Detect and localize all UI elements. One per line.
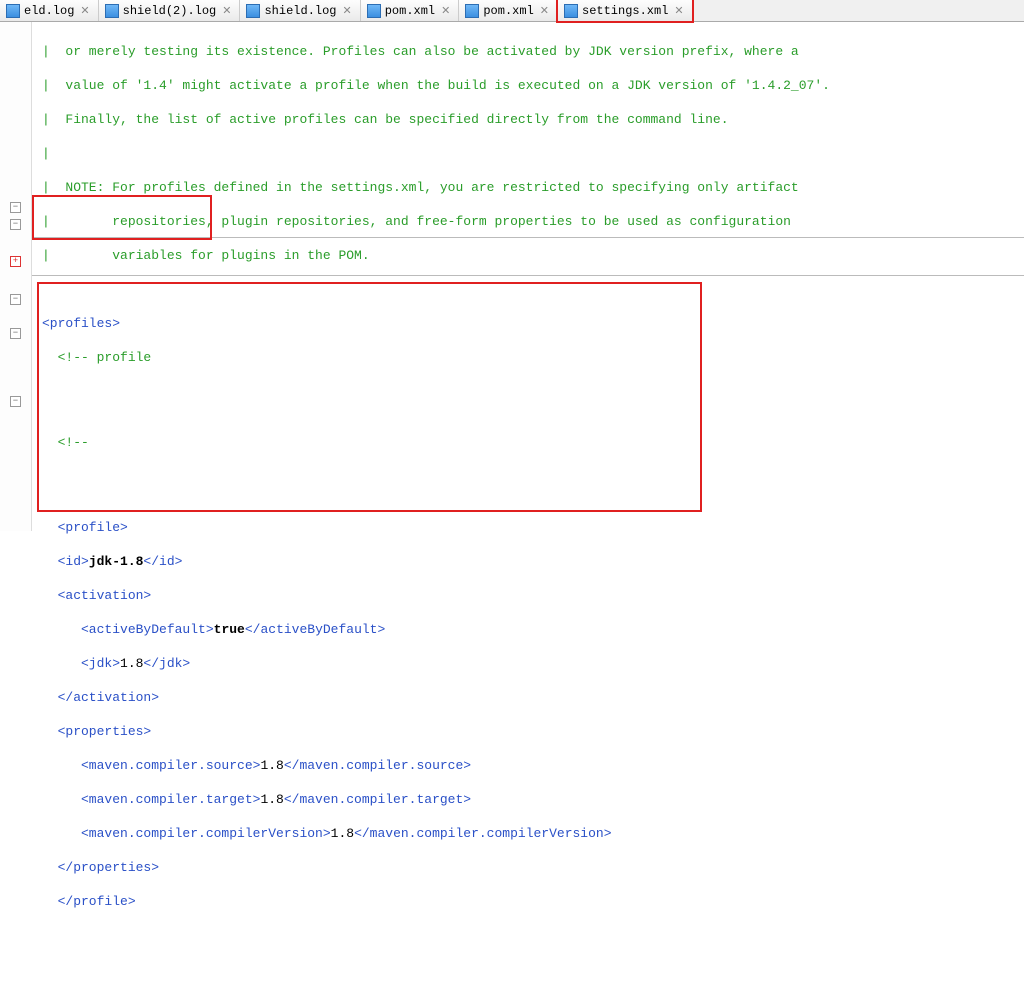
code-line: <!-- profile: [32, 349, 1024, 366]
code-line: | repositories, plugin repositories, and…: [32, 213, 1024, 230]
tab-pom-xml-2[interactable]: pom.xml ✕: [459, 0, 558, 21]
fold-toggle[interactable]: −: [10, 294, 21, 305]
close-icon[interactable]: ✕: [78, 4, 91, 18]
code-line: [32, 281, 1024, 298]
tab-eld-log[interactable]: eld.log ✕: [0, 0, 99, 21]
code-line: <profile>: [32, 519, 1024, 536]
fold-toggle[interactable]: −: [10, 396, 21, 407]
file-icon: [367, 4, 381, 18]
code-line: <id>jdk-1.8</id>: [32, 553, 1024, 570]
tab-pom-xml-1[interactable]: pom.xml ✕: [361, 0, 460, 21]
code-line: </activation>: [32, 689, 1024, 706]
code-line: <properties>: [32, 723, 1024, 740]
close-icon[interactable]: ✕: [672, 4, 685, 18]
code-line: | Finally, the list of active profiles c…: [32, 111, 1024, 128]
tab-label: settings.xml: [582, 4, 668, 18]
tab-label: shield(2).log: [123, 4, 217, 18]
fold-toggle[interactable]: −: [10, 328, 21, 339]
code-line: </properties>: [32, 859, 1024, 876]
close-icon[interactable]: ✕: [341, 4, 354, 18]
code-line: <jdk>1.8</jdk>: [32, 655, 1024, 672]
code-line: </profile>: [32, 893, 1024, 910]
fold-toggle[interactable]: −: [10, 219, 21, 230]
tab-label: pom.xml: [483, 4, 533, 18]
tab-shield-log[interactable]: shield.log ✕: [240, 0, 360, 21]
code-line: <maven.compiler.target>1.8</maven.compil…: [32, 791, 1024, 808]
file-icon: [246, 4, 260, 18]
code-line: <maven.compiler.source>1.8</maven.compil…: [32, 757, 1024, 774]
tab-settings-xml[interactable]: settings.xml ✕: [558, 0, 693, 21]
close-icon[interactable]: ✕: [220, 4, 233, 18]
file-icon: [564, 4, 578, 18]
code-line: <activeByDefault>true</activeByDefault>: [32, 621, 1024, 638]
code-line: [32, 485, 1024, 502]
file-icon: [6, 4, 20, 18]
fold-toggle[interactable]: +: [10, 256, 21, 267]
editor-area: − − + − − − | or merely testing its exis…: [0, 22, 1024, 531]
tab-bar: eld.log ✕ shield(2).log ✕ shield.log ✕ p…: [0, 0, 1024, 22]
code-line: | NOTE: For profiles defined in the sett…: [32, 179, 1024, 196]
code-line: |: [32, 145, 1024, 162]
separator: [32, 237, 1024, 238]
fold-toggle[interactable]: −: [10, 202, 21, 213]
code-line: | or merely testing its existence. Profi…: [32, 43, 1024, 60]
close-icon[interactable]: ✕: [439, 4, 452, 18]
code-line: <!--: [32, 434, 1024, 451]
file-icon: [105, 4, 119, 18]
code-line: <activation>: [32, 587, 1024, 604]
tab-shield2-log[interactable]: shield(2).log ✕: [99, 0, 241, 21]
code-line: [32, 400, 1024, 417]
close-icon[interactable]: ✕: [538, 4, 551, 18]
fold-gutter: − − + − − −: [0, 22, 32, 531]
code-line: | variables for plugins in the POM.: [32, 247, 1024, 264]
file-icon: [465, 4, 479, 18]
tab-label: eld.log: [24, 4, 74, 18]
code-line: <maven.compiler.compilerVersion>1.8</mav…: [32, 825, 1024, 842]
code-line: | value of '1.4' might activate a profil…: [32, 77, 1024, 94]
code-line: <profiles>: [32, 315, 1024, 332]
tab-label: shield.log: [264, 4, 336, 18]
tab-label: pom.xml: [385, 4, 435, 18]
separator: [32, 275, 1024, 276]
code-editor[interactable]: | or merely testing its existence. Profi…: [32, 22, 1024, 531]
